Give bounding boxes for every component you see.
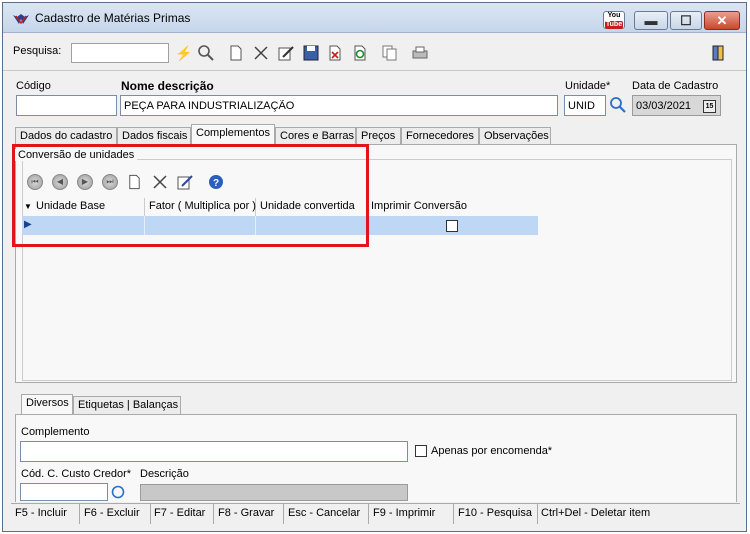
toolbar-divider [3,70,746,71]
descricao-field [140,484,408,501]
status-divider [283,504,284,524]
tab-complementos[interactable]: Complementos [191,124,275,145]
maximize-icon: ☐ [680,13,692,28]
toolbar: Pesquisa: ⚡ [3,34,746,68]
cancel-icon[interactable] [326,44,344,62]
status-gravar: F8 - Gravar [218,507,275,519]
encomenda-checkbox[interactable] [415,445,427,457]
nome-field[interactable] [120,95,558,116]
edit-icon[interactable] [277,44,295,62]
tab-etiquetas-balancas[interactable]: Etiquetas | Balanças [73,396,181,414]
tab-fornecedores[interactable]: Fornecedores [401,127,479,145]
nome-label: Nome descrição [121,79,214,93]
tab-dados-fiscais[interactable]: Dados fiscais [117,127,191,145]
descricao-label: Descrição [140,468,189,480]
exit-icon[interactable] [709,44,727,62]
search-input[interactable] [71,43,169,63]
window-title: Cadastro de Matérias Primas [35,11,191,25]
title-bar: Cadastro de Matérias Primas You Tube ▬ ☐… [3,3,746,33]
tab-observacoes[interactable]: Observações [479,127,551,145]
status-pesquisa: F10 - Pesquisa [458,507,532,519]
status-deletar-item: Ctrl+Del - Deletar item [541,507,651,519]
complemento-label: Complemento [21,426,90,438]
status-editar: F7 - Editar [154,507,206,519]
tab-diversos[interactable]: Diversos [21,394,73,414]
maximize-button[interactable]: ☐ [670,11,702,30]
minimize-button[interactable]: ▬ [634,11,668,30]
codigo-field[interactable] [16,95,117,116]
col-imprimir[interactable]: Imprimir Conversão [367,198,538,216]
wand-icon[interactable]: ⚡ [175,44,193,62]
close-button[interactable]: ✕ [704,11,740,30]
tab-cores-barras[interactable]: Cores e Barras [275,127,356,145]
search-icon[interactable] [197,44,215,62]
save-icon[interactable] [302,44,320,62]
complemento-field[interactable] [20,441,408,462]
tab-dados-cadastro[interactable]: Dados do cadastro [15,127,117,145]
status-divider [213,504,214,524]
status-divider [453,504,454,524]
status-divider [368,504,369,524]
status-incluir: F5 - Incluir [15,507,67,519]
custo-credor-label: Cód. C. Custo Credor* [21,468,132,480]
delete-icon[interactable] [252,44,270,62]
status-imprimir: F9 - Imprimir [373,507,436,519]
app-logo-icon [13,14,29,25]
imprimir-checkbox[interactable] [446,220,458,232]
data-cadastro-label: Data de Cadastro [632,80,719,92]
status-bar: F5 - Incluir F6 - Excluir F7 - Editar F8… [11,503,740,524]
main-window: Cadastro de Matérias Primas You Tube ▬ ☐… [2,2,747,532]
custo-search-icon[interactable] [111,485,125,499]
minimize-icon: ▬ [644,13,658,28]
unidade-search-icon[interactable] [609,96,627,114]
refresh-icon[interactable] [351,44,369,62]
status-divider [537,504,538,524]
tab-precos[interactable]: Preços [356,127,401,145]
print-icon[interactable] [411,44,429,62]
unidade-label: Unidade* [565,80,611,92]
unidade-field[interactable] [564,95,606,116]
copy-icon[interactable] [380,44,398,62]
encomenda-label: Apenas por encomenda* [431,445,553,457]
youtube-icon-text-top: You [607,12,621,19]
youtube-icon[interactable]: You Tube [603,11,625,29]
new-icon[interactable] [227,44,245,62]
search-label: Pesquisa: [13,45,62,57]
close-icon: ✕ [716,13,728,28]
status-excluir: F6 - Excluir [84,507,140,519]
calendar-icon[interactable]: 15 [703,100,716,113]
custo-credor-field[interactable] [20,483,108,501]
status-divider [150,504,151,524]
status-divider [79,504,80,524]
highlight-box [12,144,369,247]
status-cancelar: Esc - Cancelar [288,507,361,519]
codigo-label: Código [16,80,51,92]
youtube-icon-text-bottom: Tube [605,21,623,29]
